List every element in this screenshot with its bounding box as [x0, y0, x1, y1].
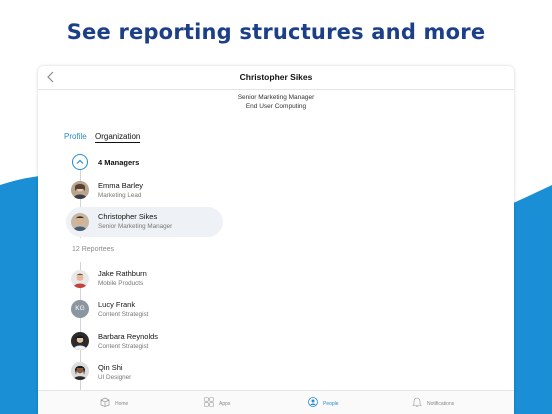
- reportee-item[interactable]: Qin Shi UI Designer: [66, 360, 216, 390]
- person-name: Lucy Frank: [98, 300, 136, 309]
- manager-item[interactable]: Emma Barley Marketing Lead: [66, 175, 216, 205]
- person-role: UI Designer: [98, 374, 132, 381]
- avatar: [71, 213, 89, 231]
- tab-label: People: [323, 401, 339, 407]
- person-name: Jake Rathburn: [98, 269, 147, 278]
- reportee-item[interactable]: KG Lucy Frank Content Strategist: [66, 296, 216, 326]
- bell-icon: [412, 397, 422, 407]
- person-name: Emma Barley: [98, 181, 144, 190]
- manager-item-selected[interactable]: Christopher Sikes Senior Marketing Manag…: [66, 207, 223, 237]
- reportees-count: 12 Reportees: [72, 246, 115, 253]
- tab-apps[interactable]: Apps: [204, 391, 244, 414]
- job-title: Senior Marketing Manager: [237, 94, 315, 101]
- person-role: Content Strategist: [98, 311, 149, 318]
- tab-label: Notifications: [427, 401, 455, 407]
- bottom-tab-bar: Home Apps People Notifications: [38, 390, 514, 414]
- tab-notifications[interactable]: Notifications: [412, 391, 472, 414]
- avatar: KG: [71, 300, 89, 318]
- navigation-bar: Christopher Sikes: [38, 66, 514, 90]
- avatar: [71, 181, 89, 199]
- page-title: Christopher Sikes: [239, 72, 313, 82]
- managers-count: 4 Managers: [98, 158, 140, 167]
- avatar: [71, 362, 89, 380]
- home-icon: [100, 397, 110, 407]
- avatar: [71, 270, 89, 288]
- tab-profile[interactable]: Profile: [64, 132, 87, 141]
- person-name: Barbara Reynolds: [98, 332, 159, 341]
- tab-label: Apps: [219, 401, 231, 407]
- people-icon: [308, 397, 318, 407]
- person-role: Marketing Lead: [98, 192, 142, 199]
- tab-people[interactable]: People: [308, 391, 348, 414]
- department: End User Computing: [245, 103, 307, 110]
- person-name: Christopher Sikes: [98, 212, 158, 221]
- managers-collapse-toggle[interactable]: [72, 154, 88, 170]
- tab-home[interactable]: Home: [100, 391, 140, 414]
- headline: See reporting structures and more: [66, 20, 486, 44]
- app-window: Christopher Sikes Senior Marketing Manag…: [38, 66, 514, 414]
- tab-label: Home: [115, 401, 129, 407]
- avatar: [71, 332, 89, 350]
- person-role: Senior Marketing Manager: [98, 223, 173, 230]
- person-role: Content Strategist: [98, 343, 149, 350]
- apps-icon: [204, 397, 214, 407]
- person-role: Mobile Products: [98, 280, 144, 287]
- chevron-up-icon: [76, 159, 84, 164]
- reportee-item[interactable]: Barbara Reynolds Content Strategist: [66, 328, 226, 358]
- reportee-item[interactable]: Jake Rathburn Mobile Products: [66, 264, 216, 294]
- person-name: Qin Shi: [98, 363, 123, 372]
- tab-organization[interactable]: Organization: [95, 132, 141, 143]
